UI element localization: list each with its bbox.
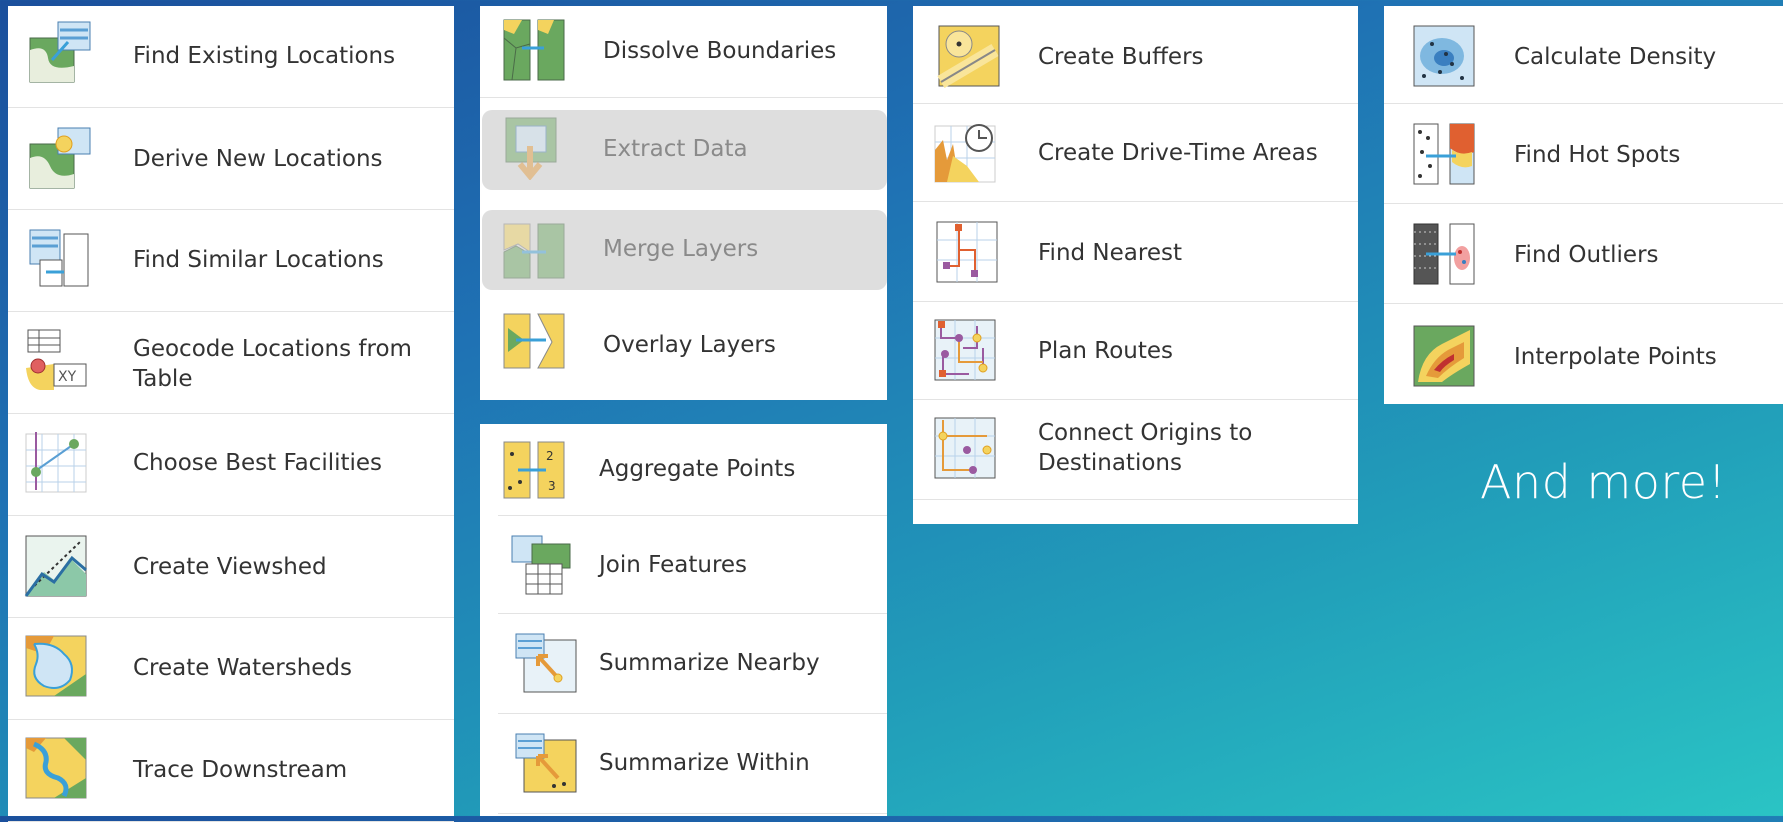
tool-label: Overlay Layers xyxy=(603,332,776,358)
tool-label: Choose Best Facilities xyxy=(133,450,383,476)
summarize-nearby-icon xyxy=(515,633,577,693)
tool-find-outliers[interactable]: Find Outliers xyxy=(1384,204,1783,304)
svg-text:XY: XY xyxy=(58,369,77,385)
tool-label: Aggregate Points xyxy=(599,456,796,482)
tool-label: Find Nearest xyxy=(1038,240,1182,266)
aggregate-points-icon: 2 3 xyxy=(503,441,565,499)
tool-find-existing-locations[interactable]: Find Existing Locations xyxy=(8,6,454,108)
tool-label: Plan Routes xyxy=(1038,338,1173,364)
tool-find-hot-spots[interactable]: Find Hot Spots xyxy=(1384,104,1783,204)
tool-create-viewshed[interactable]: Create Viewshed xyxy=(8,516,454,618)
panel-manage-data: Dissolve Boundaries Extract Data Merge L… xyxy=(480,6,887,400)
tool-label: Create Viewshed xyxy=(133,554,327,580)
tool-geocode-locations[interactable]: XY Geocode Locations from Table xyxy=(8,312,454,414)
tool-summarize-nearby[interactable]: Summarize Nearby xyxy=(498,614,887,714)
watersheds-icon xyxy=(25,635,87,697)
tool-extract-data[interactable]: Extract Data xyxy=(482,110,887,190)
tool-calculate-density[interactable]: Calculate Density xyxy=(1384,6,1783,104)
merge-layers-icon xyxy=(503,223,565,279)
tool-aggregate-points[interactable]: 2 3 Aggregate Points xyxy=(498,424,887,516)
tool-label: Create Buffers xyxy=(1038,44,1204,70)
panel-find-locations: Find Existing Locations Derive New Locat… xyxy=(8,6,454,822)
panel-analyze-patterns: Calculate Density Find Hot Spots Find Ou… xyxy=(1384,6,1783,404)
tool-merge-layers[interactable]: Merge Layers xyxy=(482,210,887,290)
tool-label: Summarize Nearby xyxy=(599,650,820,676)
tool-overlay-layers[interactable]: Overlay Layers xyxy=(480,290,887,388)
svg-text:2: 2 xyxy=(546,449,554,463)
tool-label: Merge Layers xyxy=(603,236,759,262)
tool-label: Find Similar Locations xyxy=(133,247,384,273)
tool-label: Geocode Locations from Table xyxy=(133,336,412,392)
buffers-icon xyxy=(937,25,1000,88)
tool-label: Find Existing Locations xyxy=(133,43,396,69)
panel-summarize-data: 2 3 Aggregate Points Join Features Summa… xyxy=(480,424,887,816)
tool-label: Extract Data xyxy=(603,136,748,162)
tool-create-buffers[interactable]: Create Buffers xyxy=(913,6,1358,104)
tool-label: Dissolve Boundaries xyxy=(603,38,837,64)
geocode-table-icon: XY xyxy=(26,329,87,390)
find-similar-locations-icon xyxy=(29,229,89,287)
tool-label: Create Watersheds xyxy=(133,655,353,681)
plan-routes-icon xyxy=(934,319,996,381)
tool-derive-new-locations[interactable]: Derive New Locations xyxy=(8,108,454,210)
tool-choose-best-facilities[interactable]: Choose Best Facilities xyxy=(8,414,454,516)
tool-join-features[interactable]: Join Features xyxy=(498,516,887,614)
hot-spots-icon xyxy=(1413,123,1475,185)
summarize-within-icon xyxy=(515,733,577,793)
svg-text:3: 3 xyxy=(548,479,556,493)
tool-create-watersheds[interactable]: Create Watersheds xyxy=(8,618,454,720)
viewshed-icon xyxy=(24,535,87,597)
tool-label: Interpolate Points xyxy=(1514,344,1717,370)
connect-origins-icon xyxy=(934,417,996,479)
join-features-icon xyxy=(511,535,571,595)
tool-label: Connect Origins to Destinations xyxy=(1038,420,1253,476)
tool-label: Join Features xyxy=(599,552,748,578)
tool-label: Find Outliers xyxy=(1514,242,1659,268)
drive-time-icon xyxy=(934,124,996,183)
tool-label: Create Drive-Time Areas xyxy=(1038,140,1318,166)
tool-label: Trace Downstream xyxy=(133,757,348,783)
tool-trace-downstream[interactable]: Trace Downstream xyxy=(8,720,454,822)
and-more-text: And more! xyxy=(1480,455,1727,509)
trace-downstream-icon xyxy=(25,737,87,799)
tool-label: Derive New Locations xyxy=(133,146,383,172)
dissolve-boundaries-icon xyxy=(503,19,565,81)
tool-find-nearest[interactable]: Find Nearest xyxy=(913,202,1358,302)
overlay-layers-icon xyxy=(503,313,565,369)
panel-use-proximity: Create Buffers Create Drive-Time Areas F… xyxy=(913,6,1358,524)
extract-data-icon xyxy=(505,117,557,180)
derive-new-locations-icon xyxy=(29,127,91,189)
tool-label: Find Hot Spots xyxy=(1514,142,1681,168)
choose-best-facilities-icon xyxy=(25,432,87,493)
tool-create-drive-time-areas[interactable]: Create Drive-Time Areas xyxy=(913,104,1358,202)
tool-connect-origins-to-destinations[interactable]: Connect Origins to Destinations xyxy=(913,400,1358,500)
tool-label: Summarize Within xyxy=(599,750,810,776)
tool-label: Calculate Density xyxy=(1514,44,1717,70)
tool-dissolve-boundaries[interactable]: Dissolve Boundaries xyxy=(480,6,887,98)
interpolate-icon xyxy=(1413,325,1475,387)
tool-find-similar-locations[interactable]: Find Similar Locations xyxy=(8,210,454,312)
tool-plan-routes[interactable]: Plan Routes xyxy=(913,302,1358,400)
find-existing-locations-icon xyxy=(29,21,91,83)
outliers-icon xyxy=(1413,223,1475,285)
tool-summarize-within[interactable]: Summarize Within xyxy=(498,714,887,814)
density-icon xyxy=(1413,25,1475,87)
find-nearest-icon xyxy=(936,221,998,283)
tool-interpolate-points[interactable]: Interpolate Points xyxy=(1384,304,1783,404)
